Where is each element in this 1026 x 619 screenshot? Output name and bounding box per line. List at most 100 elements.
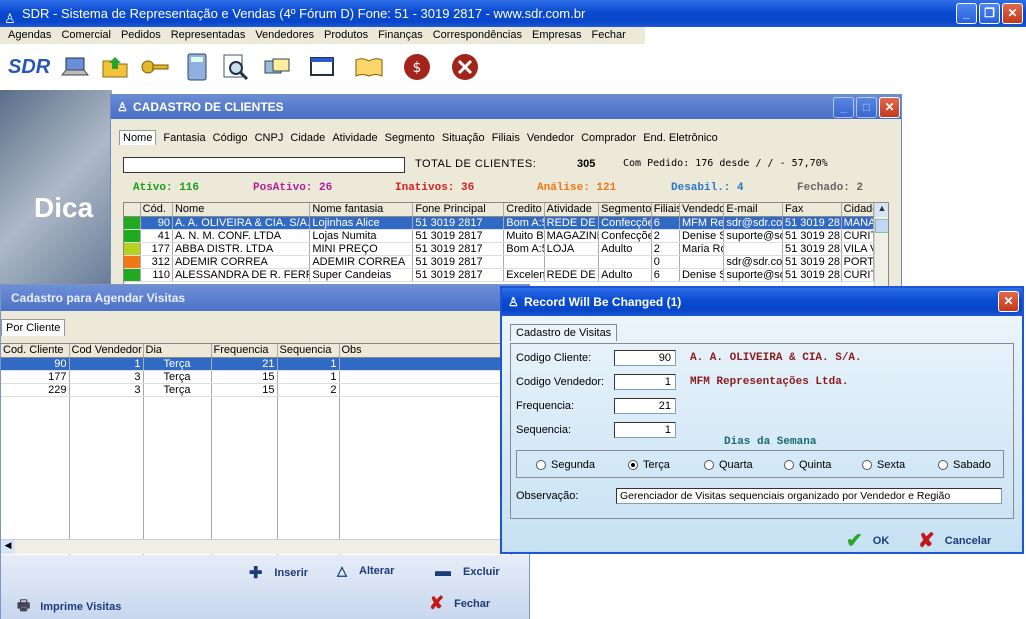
col-sequencia[interactable]: Sequencia	[277, 344, 340, 358]
scroll-left-arrow-icon[interactable]: ◀	[1, 540, 15, 554]
menu-correspondencias[interactable]: Correspondências	[433, 27, 522, 44]
table-row[interactable]: 41 A. N. M. CONF. LTDA Lojas Numita 51 3…	[124, 229, 875, 243]
ok-button[interactable]: ✔ OK	[846, 528, 889, 553]
tab-nome[interactable]: Nome	[119, 130, 157, 145]
clientes-maximize-button[interactable]: □	[856, 97, 877, 118]
table-row[interactable]: 312 ADEMIR CORREA ADEMIR CORREA 51 3019 …	[124, 255, 875, 269]
menu-vendedores[interactable]: Vendedores	[255, 27, 314, 44]
tab-atividade[interactable]: Atividade	[332, 132, 377, 144]
radio-quarta[interactable]: Quarta	[704, 459, 753, 471]
col-cod-vendedor[interactable]: Cod Vendedor	[69, 344, 144, 358]
radio-sabado[interactable]: Sabado	[938, 459, 991, 471]
menu-pedidos[interactable]: Pedidos	[121, 27, 161, 44]
menu-representadas[interactable]: Representadas	[171, 27, 246, 44]
table-row-empty	[1, 396, 512, 557]
sequencia-field[interactable]: 1	[614, 422, 676, 438]
tab-vendedor[interactable]: Vendedor	[527, 132, 574, 144]
col-segmento[interactable]: Segmento	[598, 203, 652, 217]
agendar-tab[interactable]: Por Cliente	[1, 319, 66, 336]
agendar-horizontal-scrollbar[interactable]: ◀	[1, 539, 529, 554]
key-icon[interactable]	[140, 52, 170, 82]
cell: Bom A:5	[503, 242, 545, 256]
photos-icon[interactable]	[262, 52, 292, 82]
col-obs[interactable]: Obs	[339, 344, 512, 358]
observacao-label: Observação:	[516, 490, 579, 502]
col-nome[interactable]: Nome	[172, 203, 311, 217]
tab-fantasia[interactable]: Fantasia	[163, 132, 205, 144]
radio-quinta[interactable]: Quinta	[784, 459, 831, 471]
close-button[interactable]: ✕	[1002, 3, 1023, 24]
restore-button[interactable]: ❐	[979, 3, 1000, 24]
magnifier-report-icon[interactable]	[220, 52, 250, 82]
agendar-table: Cod. Cliente Cod Vendedor Dia Frequencia…	[1, 344, 512, 557]
col-filiais[interactable]: Filiais	[651, 203, 680, 217]
calculator-icon[interactable]	[182, 52, 212, 82]
codigo-vendedor-field[interactable]: 1	[614, 374, 676, 390]
imprime-visitas-button[interactable]: 🖶 Imprime Visitas	[17, 595, 121, 619]
tab-cidade[interactable]: Cidade	[290, 132, 325, 144]
record-close-button[interactable]: ✕	[998, 291, 1019, 312]
observacao-field[interactable]: Gerenciador de Visitas sequenciais organ…	[616, 488, 1002, 504]
folder-icon[interactable]	[100, 52, 130, 82]
tab-comprador[interactable]: Comprador	[581, 132, 636, 144]
cell: Lojas Numita	[309, 229, 414, 243]
windows-icon[interactable]	[308, 52, 338, 82]
menu-produtos[interactable]: Produtos	[324, 27, 368, 44]
col-frequencia[interactable]: Frequencia	[211, 344, 278, 358]
table-row[interactable]: 229 3 Terça 15 2	[1, 383, 512, 397]
tab-codigo[interactable]: Código	[213, 132, 248, 144]
clientes-vertical-scrollbar[interactable]: ▲	[874, 203, 888, 293]
col-cod-cliente[interactable]: Cod. Cliente	[1, 344, 70, 358]
menu-financas[interactable]: Finanças	[378, 27, 423, 44]
menu-agendas[interactable]: Agendas	[8, 27, 51, 44]
scroll-up-arrow-icon[interactable]: ▲	[875, 203, 888, 217]
col-dia[interactable]: Dia	[143, 344, 212, 358]
minimize-button[interactable]: _	[956, 3, 977, 24]
cell: 15	[211, 370, 278, 384]
radio-segunda[interactable]: Segunda	[536, 459, 595, 471]
table-row[interactable]: 110 ALESSANDRA DE R. FERREIRA Super Cand…	[124, 268, 875, 282]
money-bag-icon[interactable]: $	[402, 52, 432, 82]
col-cod[interactable]: Cód.	[140, 203, 173, 217]
codigo-cliente-field[interactable]: 90	[614, 350, 676, 366]
scroll-thumb[interactable]	[875, 219, 888, 233]
cell: 6	[651, 268, 680, 282]
record-tab[interactable]: Cadastro de Visitas	[510, 324, 618, 341]
cancel-icon[interactable]	[450, 52, 480, 82]
col-cidade[interactable]: Cidade	[841, 203, 875, 217]
cancelar-button[interactable]: ✘ Cancelar	[918, 528, 991, 553]
tab-situacao[interactable]: Situação	[442, 132, 485, 144]
alterar-button[interactable]: △ Alterar	[337, 563, 394, 579]
inserir-button[interactable]: ✚ Inserir	[249, 563, 308, 583]
tab-segmento[interactable]: Segmento	[385, 132, 435, 144]
tab-filiais[interactable]: Filiais	[492, 132, 520, 144]
tab-cnpj[interactable]: CNPJ	[255, 132, 284, 144]
frequencia-field[interactable]: 21	[614, 398, 676, 414]
menu-comercial[interactable]: Comercial	[61, 27, 111, 44]
table-row[interactable]: 177 3 Terça 15 1	[1, 370, 512, 384]
radio-sexta[interactable]: Sexta	[862, 459, 905, 471]
col-fax[interactable]: Fax	[782, 203, 842, 217]
book-icon[interactable]	[354, 52, 384, 82]
radio-terca[interactable]: Terça	[628, 459, 670, 471]
col-atividade[interactable]: Atividade	[544, 203, 600, 217]
fechar-button[interactable]: ✘ Fechar	[429, 593, 490, 614]
clientes-search-input[interactable]	[123, 157, 405, 173]
cell	[339, 357, 512, 371]
col-fone[interactable]: Fone Principal	[412, 203, 505, 217]
app-title-bar: ♙ SDR - Sistema de Representação e Venda…	[0, 0, 1026, 27]
table-row[interactable]: 90 1 Terça 21 1	[1, 357, 512, 371]
table-row[interactable]: 90 A. A. OLIVEIRA & CIA. S/A. Lojinhas A…	[124, 216, 875, 230]
col-email[interactable]: E-mail	[723, 203, 783, 217]
menu-empresas[interactable]: Empresas	[532, 27, 582, 44]
clientes-close-button[interactable]: ✕	[879, 97, 900, 118]
table-row[interactable]: 177 ABBA DISTR. LTDA MINI PREÇO 51 3019 …	[124, 242, 875, 256]
menu-fechar[interactable]: Fechar	[592, 27, 626, 44]
tab-end-eletronico[interactable]: End. Eletrônico	[643, 132, 718, 144]
excluir-button[interactable]: ▬ Excluir	[435, 563, 500, 581]
clientes-minimize-button[interactable]: _	[833, 97, 854, 118]
laptop-icon[interactable]	[60, 52, 90, 82]
col-credito[interactable]: Credito	[503, 203, 545, 217]
col-vendedor[interactable]: Vendedor	[679, 203, 725, 217]
col-nome-fantasia[interactable]: Nome fantasia	[309, 203, 414, 217]
